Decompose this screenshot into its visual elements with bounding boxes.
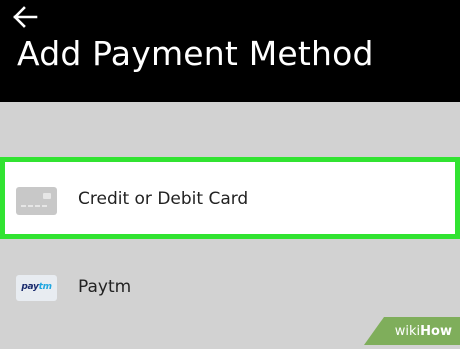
paytm-logo-part-2: tm (38, 282, 52, 292)
wikihow-watermark: wikiHow (350, 309, 460, 345)
payment-option-card[interactable]: Credit or Debit Card (5, 162, 455, 234)
watermark-text: wikiHow (395, 324, 452, 339)
back-button[interactable] (10, 4, 40, 30)
watermark-how: How (420, 324, 452, 339)
app-header: Add Payment Method (0, 0, 460, 102)
watermark-wiki: wiki (394, 324, 421, 339)
paytm-logo-part-1: pay (21, 282, 39, 292)
page-title: Add Payment Method (17, 34, 374, 73)
arrow-left-icon (13, 6, 38, 28)
payment-option-label: Credit or Debit Card (78, 189, 249, 209)
spacer (0, 102, 460, 157)
paytm-logo-text: paytm (16, 282, 57, 292)
paytm-logo-icon: paytm (16, 275, 57, 301)
payment-option-label: Paytm (78, 277, 132, 297)
credit-card-icon (16, 187, 57, 215)
